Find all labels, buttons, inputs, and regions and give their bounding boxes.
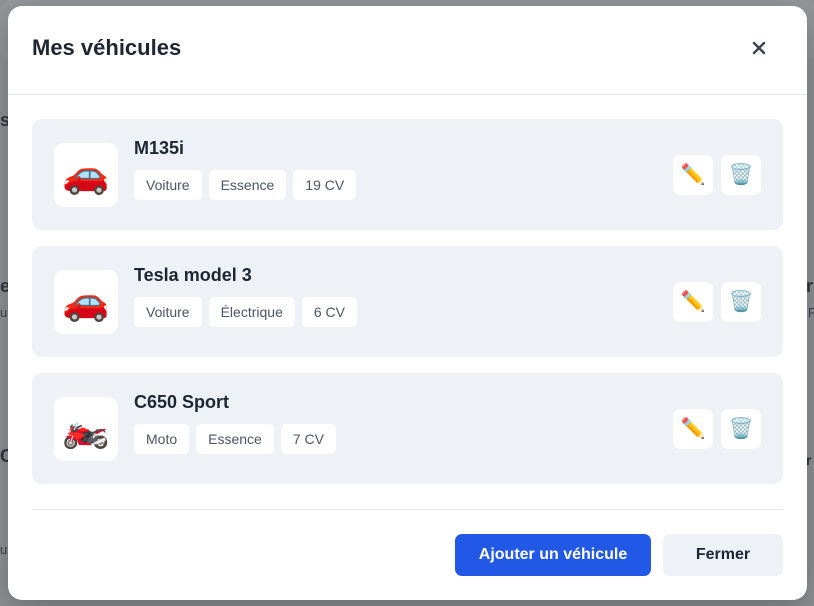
vehicle-actions: ✏️ 🗑️ [673, 281, 761, 322]
vehicle-card: 🚗 M135i Voiture Essence 19 CV ✏️ 🗑️ [32, 119, 783, 230]
modal-footer: Ajouter un véhicule Fermer [32, 509, 783, 600]
trash-icon: 🗑️ [728, 417, 754, 440]
trash-icon: 🗑️ [728, 290, 754, 313]
vehicle-name: C650 Sport [134, 391, 230, 412]
trash-icon: 🗑️ [728, 163, 754, 186]
fuel-type-tag: Essence [196, 423, 274, 454]
vehicle-actions: ✏️ 🗑️ [673, 408, 761, 449]
vehicle-name: Tesla model 3 [134, 264, 252, 285]
horsepower-tag: 6 CV [301, 296, 357, 327]
edit-button[interactable]: ✏️ [673, 281, 713, 322]
modal-header: Mes véhicules [8, 6, 807, 95]
pencil-icon: ✏️ [680, 290, 706, 313]
car-icon: 🚗 [54, 269, 118, 334]
vehicle-tags: Voiture Essence 19 CV [134, 169, 673, 200]
close-icon [752, 41, 766, 55]
vehicle-name: M135i [134, 137, 185, 158]
delete-button[interactable]: 🗑️ [721, 281, 761, 322]
pencil-icon: ✏️ [680, 163, 706, 186]
delete-button[interactable]: 🗑️ [721, 154, 761, 195]
vehicle-type-tag: Voiture [134, 296, 202, 327]
horsepower-tag: 19 CV [293, 169, 357, 200]
vehicle-info: Tesla model 3 Voiture Électrique 6 CV [134, 265, 673, 327]
close-modal-button[interactable]: Fermer [663, 534, 783, 576]
vehicle-card: 🚗 Tesla model 3 Voiture Électrique 6 CV … [32, 246, 783, 357]
vehicle-card: 🏍️ C650 Sport Moto Essence 7 CV ✏️ 🗑️ [32, 373, 783, 484]
vehicle-list: 🚗 M135i Voiture Essence 19 CV ✏️ 🗑️ 🚗 Te… [8, 95, 807, 484]
fuel-type-tag: Électrique [208, 296, 295, 327]
horsepower-tag: 7 CV [280, 423, 336, 454]
add-vehicle-button[interactable]: Ajouter un véhicule [455, 534, 651, 576]
delete-button[interactable]: 🗑️ [721, 408, 761, 449]
modal-title: Mes véhicules [32, 35, 182, 60]
vehicles-modal: Mes véhicules 🚗 M135i Voiture Essence 19… [8, 6, 807, 600]
edit-button[interactable]: ✏️ [673, 154, 713, 195]
vehicle-type-tag: Voiture [134, 169, 202, 200]
vehicle-type-tag: Moto [134, 423, 190, 454]
vehicle-info: M135i Voiture Essence 19 CV [134, 138, 673, 200]
fuel-type-tag: Essence [208, 169, 287, 200]
vehicle-info: C650 Sport Moto Essence 7 CV [134, 392, 673, 454]
vehicle-tags: Voiture Électrique 6 CV [134, 296, 673, 327]
edit-button[interactable]: ✏️ [673, 408, 713, 449]
vehicle-tags: Moto Essence 7 CV [134, 423, 673, 454]
vehicle-actions: ✏️ 🗑️ [673, 154, 761, 195]
motorcycle-icon: 🏍️ [54, 396, 118, 461]
car-icon: 🚗 [54, 142, 118, 207]
pencil-icon: ✏️ [680, 417, 706, 440]
close-button[interactable] [745, 34, 773, 62]
